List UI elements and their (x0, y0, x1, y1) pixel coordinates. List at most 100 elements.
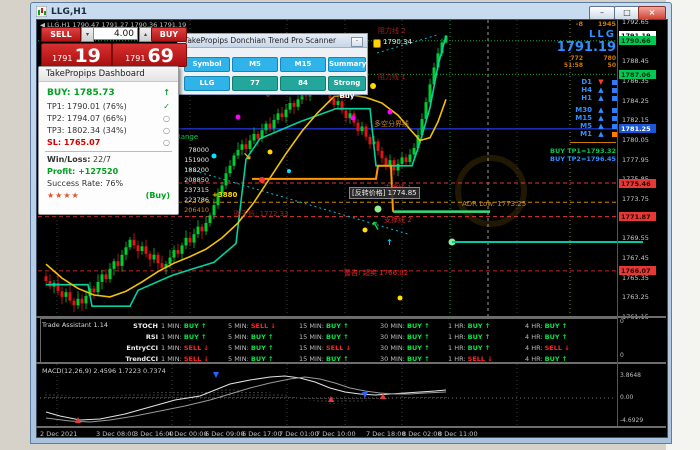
up-arrow-icon: ↑ (268, 344, 274, 352)
teal-level-line (452, 241, 643, 243)
timeframe-signal-row: M5 ▲ (566, 122, 617, 130)
ta-signal-cell: 4 HR: BUY ↑ (525, 322, 568, 330)
scanner-minimize-button[interactable]: - (351, 37, 363, 47)
ta-signal-cell: 15 MIN: BUY ↑ (299, 322, 349, 330)
chart-annotation: 阻力线 1 (378, 73, 406, 81)
down-triangle-icon: ▼ (598, 78, 604, 86)
timeframe-label: M15 (575, 114, 592, 122)
minimize-button[interactable]: – (589, 6, 615, 20)
clock-icon: ○ (163, 138, 170, 147)
ta-signal-cell: 4 HR: BUY ↑ (525, 333, 568, 341)
scanner-value-button[interactable]: Strong Buy (328, 76, 366, 100)
divider (570, 142, 616, 143)
ta-indicator-name: EntryCCI (126, 344, 158, 352)
donchian-scanner-panel: TakePropips Donchian Trend Pro Scanner -… (177, 33, 368, 100)
ta-signal-cell: 1 HR: BUY ↑ (448, 333, 491, 341)
scanner-header-button[interactable]: M15 (280, 57, 326, 72)
up-arrow-icon: ↑ (201, 333, 207, 341)
star-rating-icon: ★★★★ (47, 191, 80, 200)
tp2-row: TP2: 1794.07 (66%) ○ (47, 114, 170, 123)
price-axis-label: 1784.25 (622, 96, 649, 105)
clock-icon: ○ (163, 114, 170, 123)
price-level-badge: 1790.66 (619, 36, 656, 46)
price-axis-label: 1780.05 (622, 136, 649, 145)
subwindow-splitter[interactable] (36, 426, 666, 428)
ta-signal-cell: 15 MIN: BUY ↑ (299, 333, 349, 341)
time-axis-label: 8 Dec 11:00 (438, 430, 478, 438)
scanner-value-button[interactable]: 77 (232, 76, 278, 91)
sell-button[interactable]: SELL (41, 27, 81, 42)
scanner-header-button[interactable]: M5 (232, 57, 278, 72)
up-arrow-icon: ↑ (343, 355, 349, 363)
up-arrow-icon: ↑ (484, 344, 491, 352)
ta-signal-cell: 15 MIN: BUY ↑ (299, 355, 349, 363)
time-axis-label: 7 Dec 18:00 (366, 430, 406, 438)
dashboard-panel: TakePropips Dashboard BUY: 1785.73 ↑ TP1… (38, 66, 179, 215)
up-arrow-icon: ↑ (268, 355, 274, 363)
scanner-value-button[interactable]: LLG (184, 76, 230, 91)
ta-signal-cell: 5 MIN: BUY ↑ (228, 344, 274, 352)
price-level-badge: 1771.87 (619, 212, 656, 222)
ta-signal-cell: 1 HR: BUY ↑ (448, 344, 491, 352)
scanner-title[interactable]: TakePropips Donchian Trend Pro Scanner (178, 34, 367, 48)
scanner-header-button[interactable]: Symbol (184, 57, 230, 72)
ta-signal-cell: 5 MIN: SELL ↓ (228, 322, 276, 330)
buy-button[interactable]: BUY (151, 27, 187, 42)
buy-tp1-label: BUY TP1=1793.32 (550, 147, 616, 155)
sell-price-tile[interactable]: 1791 19 (41, 43, 112, 67)
price-level-badge: 1787.06 (619, 69, 656, 79)
ta-signal-cell: 30 MIN: BUY ↑ (380, 333, 430, 341)
subwindow-scale-label: 0 (620, 352, 624, 359)
price-axis-label: 1767.45 (622, 254, 649, 262)
window-titlebar[interactable]: LLG,H1 – □ × (31, 3, 671, 20)
signal-label: BUY: (47, 88, 71, 98)
ta-signal-cell: 30 MIN: BUY ↑ (380, 355, 430, 363)
ta-signal-cell: 5 MIN: BUY ↑ (228, 333, 274, 341)
ta-signal-cell: 1 HR: BUY ↑ (448, 322, 491, 330)
divider (45, 151, 172, 152)
countdown-row: 51:58 50 (563, 62, 616, 69)
up-arrow-icon: ↑ (343, 322, 349, 330)
current-price-overlay: 1791.19 (556, 40, 616, 55)
ta-signal-cell: 1 MIN: BUY ↑ (161, 333, 207, 341)
down-arrow-icon: ↓ (564, 344, 570, 352)
square-flag-icon (612, 107, 617, 113)
signal-arrow-icon: ↑ (386, 238, 393, 247)
subwindow-splitter[interactable] (36, 316, 666, 318)
ta-signal-cell: 4 HR: SELL ↓ (525, 344, 570, 352)
up-triangle-icon: ▲ (598, 86, 604, 94)
macd-label: MACD(12,26,9) 2.4596 1.7223 0.7374 (42, 367, 166, 375)
up-triangle-icon: ▲ (598, 122, 604, 130)
scanner-header-button[interactable]: Summary (328, 57, 366, 72)
macd-scale-label: 0.00 (620, 394, 634, 401)
time-axis-label: 6 Dec 09:00 (205, 430, 245, 438)
down-arrow-icon: ↓ (203, 344, 209, 352)
dashboard-title[interactable]: TakePropips Dashboard (39, 67, 178, 82)
signal-value: 1785.73 (73, 88, 115, 98)
ta-signal-cell: 5 MIN: BUY ↑ (228, 355, 274, 363)
up-arrow-icon: ↑ (268, 333, 274, 341)
rating-note: (Buy) (145, 191, 170, 200)
volume-input[interactable]: 4.00 (93, 27, 138, 40)
time-axis-label: 4 Dec 00:00 (168, 430, 208, 438)
up-arrow-icon: ↑ (484, 333, 491, 341)
square-flag-icon (612, 79, 617, 85)
ta-signal-cell: 4 HR: BUY ↑ (525, 355, 568, 363)
sl-row: SL: 1765.07 ○ (47, 138, 170, 147)
time-axis-label: 6 Dec 17:00 (242, 430, 282, 438)
price-axis-label: 1773.75 (622, 195, 649, 204)
price-axis-label: 1788.45 (622, 57, 649, 66)
square-flag-icon (612, 123, 617, 129)
buy-tp2-label: BUY TP2=1796.45 (550, 155, 616, 163)
scanner-value-button[interactable]: 84 (280, 76, 326, 91)
up-triangle-icon: ▲ (598, 114, 604, 122)
price-axis-label: 1763.25 (622, 293, 649, 302)
success-rate-row: Success Rate: 76% (47, 179, 124, 188)
square-flag-icon (612, 95, 617, 101)
range-extra-value: +3880 (212, 191, 238, 199)
price-level-badge: 1775.46 (619, 178, 656, 188)
buy-price-tile[interactable]: 1791 69 (112, 43, 187, 67)
ta-signal-cell: 1 HR: SELL ↓ (448, 355, 493, 363)
price-alert-bell-icon (373, 39, 381, 48)
timeframe-signal-row: M15 ▲ (566, 114, 617, 122)
